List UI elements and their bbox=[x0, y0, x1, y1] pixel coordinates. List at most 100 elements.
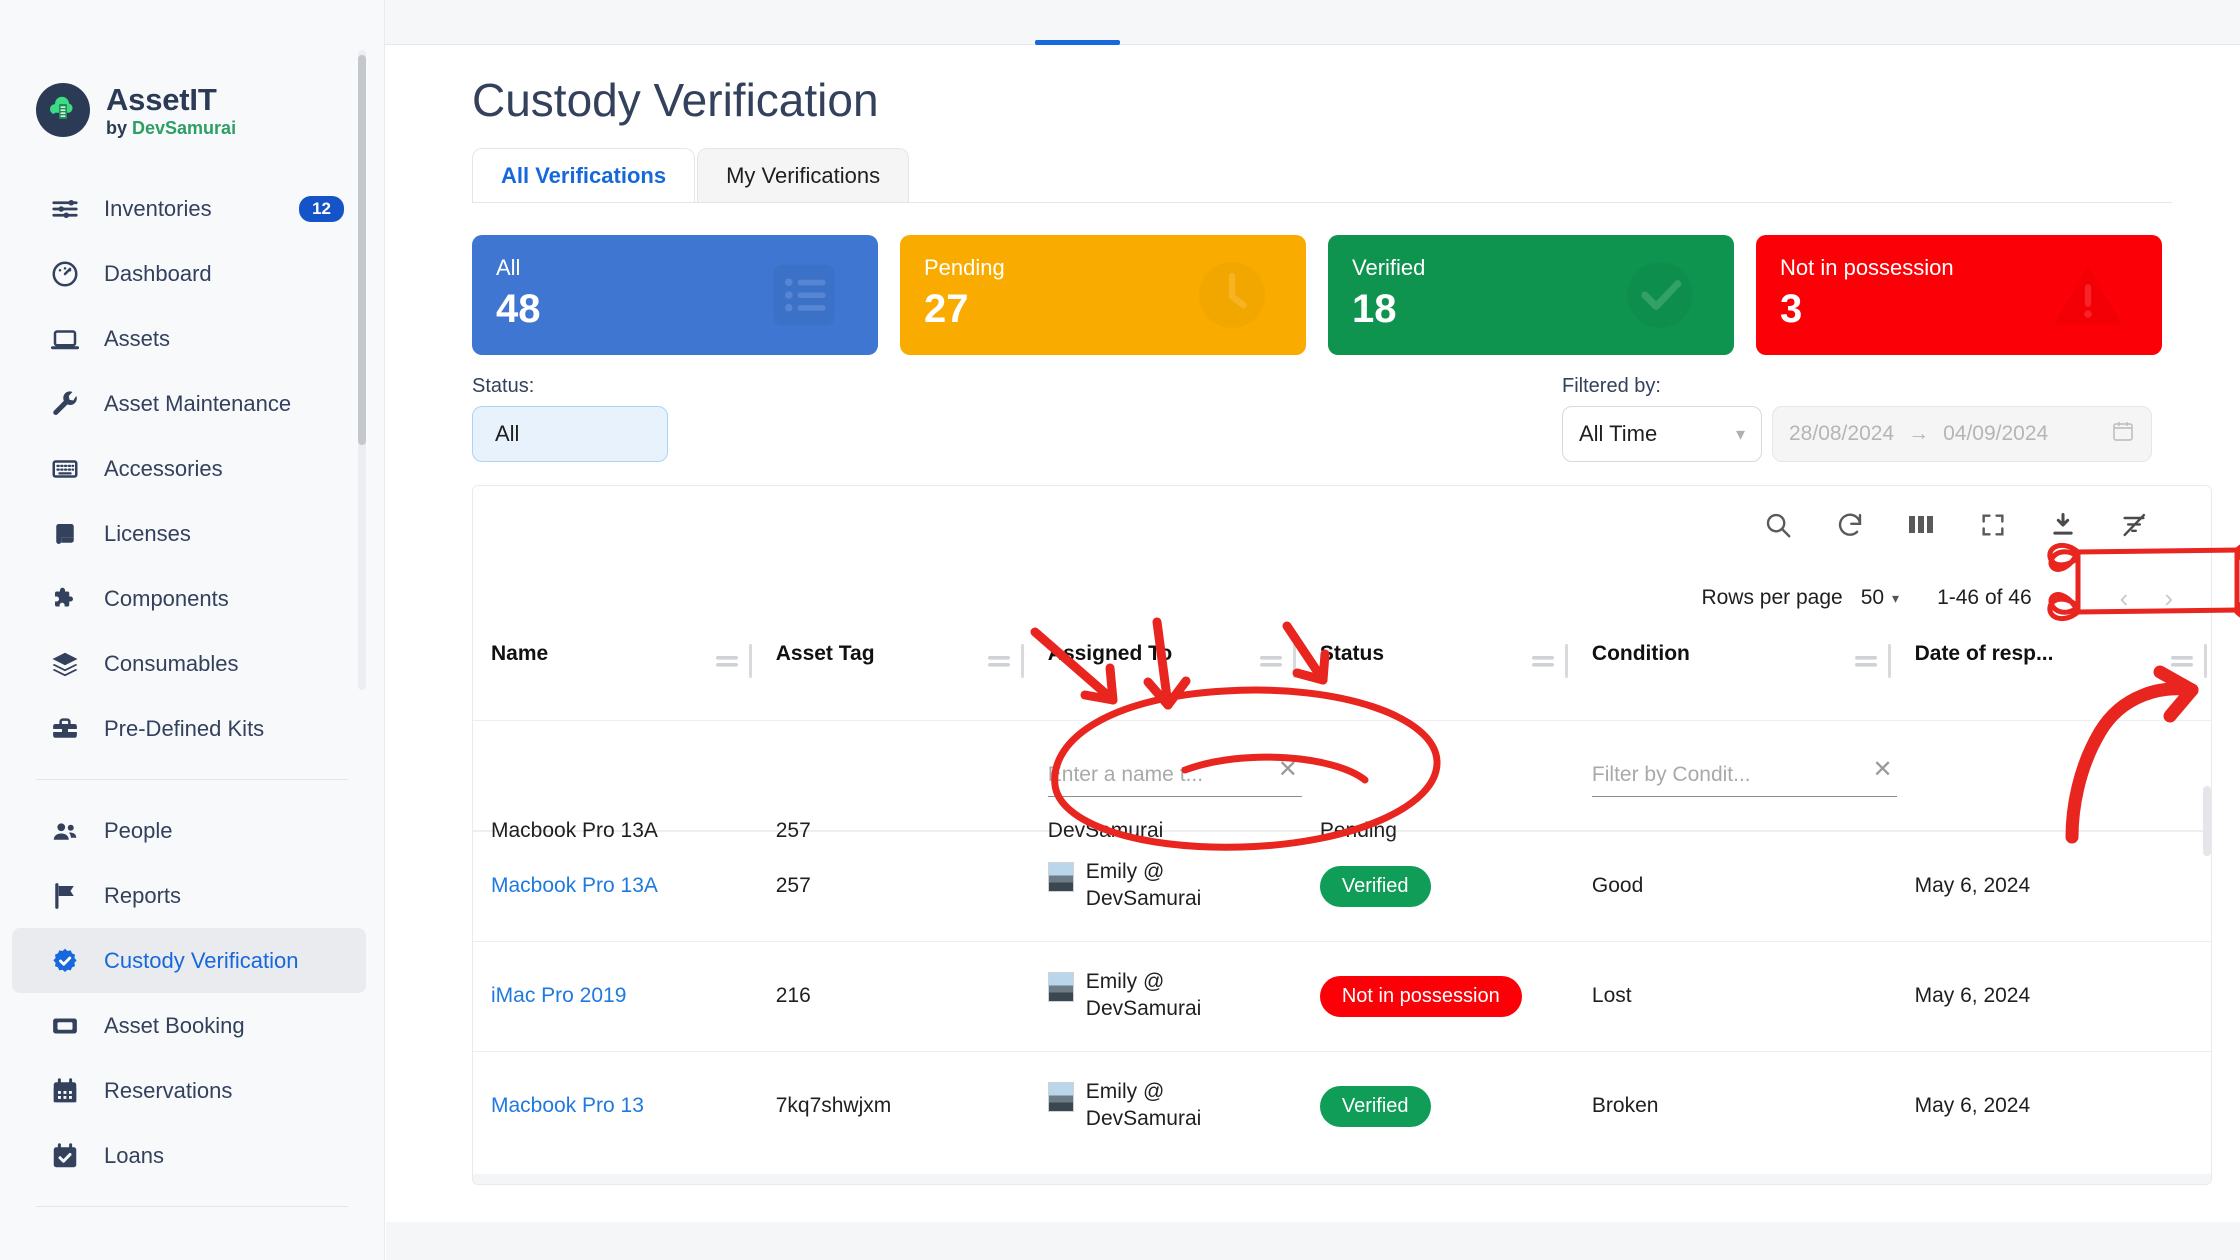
keyboard-icon bbox=[48, 454, 82, 484]
columns-icon[interactable] bbox=[1907, 512, 1937, 543]
tab-all-verifications[interactable]: All Verifications bbox=[472, 148, 695, 202]
sidebar-item-pre-defined-kits[interactable]: Pre-Defined Kits bbox=[12, 696, 366, 761]
table-header-label: Assigned To bbox=[1048, 638, 1172, 666]
filter-off-icon[interactable] bbox=[2119, 511, 2149, 544]
column-menu-handle[interactable] bbox=[1530, 644, 1568, 678]
close-icon[interactable]: ✕ bbox=[1278, 755, 1298, 784]
column-menu-handle[interactable] bbox=[986, 644, 1024, 678]
cell-date: May 6, 2024 bbox=[1897, 831, 2212, 941]
tab-my-verifications[interactable]: My Verifications bbox=[697, 148, 909, 202]
list-icon bbox=[766, 257, 842, 333]
sidebar-item-accessories[interactable]: Accessories bbox=[12, 436, 366, 501]
table-header-asset-tag[interactable]: Asset Tag bbox=[758, 628, 1030, 720]
sidebar-item-reports[interactable]: Reports bbox=[12, 863, 366, 928]
asset-name-link[interactable]: iMac Pro 2019 bbox=[491, 984, 626, 1007]
avatar bbox=[1048, 972, 1074, 1002]
equals-icon[interactable] bbox=[986, 651, 1012, 671]
table-row[interactable]: Macbook Pro 137kq7shwjxmEmily @DevSamura… bbox=[473, 1051, 2212, 1161]
table-scrollbar-thumb[interactable] bbox=[2203, 786, 2211, 856]
stat-card-pending[interactable]: Pending27 bbox=[900, 235, 1306, 355]
column-filter-input[interactable]: Enter a name t...✕ bbox=[1048, 753, 1302, 797]
table-header-status[interactable]: Status bbox=[1302, 628, 1574, 720]
column-resize-grip[interactable] bbox=[1565, 644, 1568, 678]
verification-table: Name Asset Tag Assigned To Status Condition D… bbox=[473, 628, 2212, 1161]
sidebar-item-consumables[interactable]: Consumables bbox=[12, 631, 366, 696]
column-menu-handle[interactable] bbox=[1258, 644, 1296, 678]
column-resize-grip[interactable] bbox=[749, 644, 752, 678]
column-resize-grip[interactable] bbox=[1293, 644, 1296, 678]
time-range-select[interactable]: All Time ▾ bbox=[1562, 406, 1762, 462]
close-icon[interactable]: ✕ bbox=[1872, 755, 1892, 784]
sidebar-scrollbar-thumb[interactable] bbox=[358, 55, 366, 445]
sidebar-item-inventories[interactable]: Inventories12 bbox=[12, 176, 366, 241]
stat-card-verified[interactable]: Verified18 bbox=[1328, 235, 1734, 355]
cell-name: Macbook Pro 13A bbox=[473, 831, 758, 941]
stat-card-not-in-possession[interactable]: Not in possession3 bbox=[1756, 235, 2162, 355]
sidebar-item-components[interactable]: Components bbox=[12, 566, 366, 631]
table-row[interactable]: Macbook Pro 13A257Emily @DevSamuraiVerif… bbox=[473, 831, 2212, 941]
sidebar-item-dashboard[interactable]: Dashboard bbox=[12, 241, 366, 306]
calendar-icon bbox=[48, 1076, 82, 1106]
cell-assigned-to: Emily @DevSamurai bbox=[1030, 831, 1302, 941]
sidebar-item-licenses[interactable]: Licenses bbox=[12, 501, 366, 566]
rows-per-page-value[interactable]: 50 bbox=[1861, 586, 1884, 610]
chevron-left-icon[interactable]: ‹ bbox=[2102, 583, 2147, 614]
table-head: Name Asset Tag Assigned To Status Condition D… bbox=[473, 628, 2212, 720]
sidebar-item-label: Accessories bbox=[104, 456, 344, 482]
asset-name-link[interactable]: Macbook Pro 13 bbox=[491, 1094, 644, 1117]
sidebar: AssetIT by DevSamurai Inventories12Dashb… bbox=[0, 0, 385, 1260]
pagination-bar: Rows per page 50 ▾ 1-46 of 46 ‹ › bbox=[473, 568, 2211, 628]
column-resize-grip[interactable] bbox=[1021, 644, 1024, 678]
sliders-icon bbox=[48, 194, 82, 224]
sidebar-item-asset-maintenance[interactable]: Asset Maintenance bbox=[12, 371, 366, 436]
sidebar-item-asset-booking[interactable]: Asset Booking bbox=[12, 993, 366, 1058]
table-row[interactable]: iMac Pro 2019216Emily @DevSamuraiNot in … bbox=[473, 941, 2212, 1051]
rows-per-page-label: Rows per page bbox=[1701, 586, 1842, 610]
table-header-condition[interactable]: Condition bbox=[1574, 628, 1897, 720]
table-header-label: Condition bbox=[1592, 638, 1690, 666]
column-resize-grip[interactable] bbox=[2204, 644, 2207, 678]
stat-card-all[interactable]: All48 bbox=[472, 235, 878, 355]
chevron-down-icon[interactable]: ▾ bbox=[1892, 590, 1899, 607]
column-menu-handle[interactable] bbox=[714, 644, 752, 678]
sidebar-item-loans[interactable]: Loans bbox=[12, 1123, 366, 1188]
table-header-name[interactable]: Name bbox=[473, 628, 758, 720]
date-range-picker[interactable]: 28/08/2024 → 04/09/2024 bbox=[1772, 406, 2152, 462]
column-filter-input[interactable]: Filter by Condit...✕ bbox=[1592, 753, 1897, 797]
sidebar-nav-primary: Inventories12DashboardAssetsAsset Mainte… bbox=[0, 176, 384, 761]
asset-name-link[interactable]: Macbook Pro 13A bbox=[491, 874, 658, 897]
table-header-label: Asset Tag bbox=[776, 638, 875, 666]
column-filter-empty bbox=[1915, 753, 2212, 797]
sidebar-item-label: Custody Verification bbox=[104, 948, 344, 974]
flag-icon bbox=[48, 881, 82, 911]
table-horizontal-scrollbar[interactable] bbox=[473, 1174, 2212, 1184]
sidebar-item-reservations[interactable]: Reservations bbox=[12, 1058, 366, 1123]
search-icon[interactable] bbox=[1763, 510, 1793, 545]
equals-icon[interactable] bbox=[1530, 651, 1556, 671]
column-resize-grip[interactable] bbox=[1888, 644, 1891, 678]
column-menu-handle[interactable] bbox=[2169, 644, 2207, 678]
avatar bbox=[1048, 1082, 1074, 1112]
chevron-right-icon[interactable]: › bbox=[2146, 583, 2191, 614]
fullscreen-icon[interactable] bbox=[1979, 511, 2007, 544]
column-menu-handle[interactable] bbox=[1853, 644, 1891, 678]
equals-icon[interactable] bbox=[714, 651, 740, 671]
sidebar-item-assets[interactable]: Assets bbox=[12, 306, 366, 371]
equals-icon[interactable] bbox=[1853, 651, 1879, 671]
cell-asset-tag: 216 bbox=[758, 941, 1030, 1051]
sidebar-item-custody-verification[interactable]: Custody Verification bbox=[12, 928, 366, 993]
table-filter-cell-date-of-resp- bbox=[1897, 720, 2212, 830]
refresh-icon[interactable] bbox=[1835, 510, 1865, 545]
table-header-assigned-to[interactable]: Assigned To bbox=[1030, 628, 1302, 720]
status-filter-select[interactable]: All bbox=[472, 406, 668, 462]
cell-status: Verified bbox=[1302, 1051, 1574, 1161]
equals-icon[interactable] bbox=[2169, 651, 2195, 671]
equals-icon[interactable] bbox=[1258, 651, 1284, 671]
assignee-name: Emily @DevSamurai bbox=[1086, 1079, 1202, 1133]
brand[interactable]: AssetIT by DevSamurai bbox=[0, 0, 384, 138]
sidebar-item-people[interactable]: People bbox=[12, 798, 366, 863]
table-header-date-of-resp-[interactable]: Date of resp... bbox=[1897, 628, 2212, 720]
table-filter-cell-status bbox=[1302, 720, 1574, 830]
download-icon[interactable] bbox=[2049, 511, 2077, 544]
calendar-check-icon bbox=[48, 1141, 82, 1171]
